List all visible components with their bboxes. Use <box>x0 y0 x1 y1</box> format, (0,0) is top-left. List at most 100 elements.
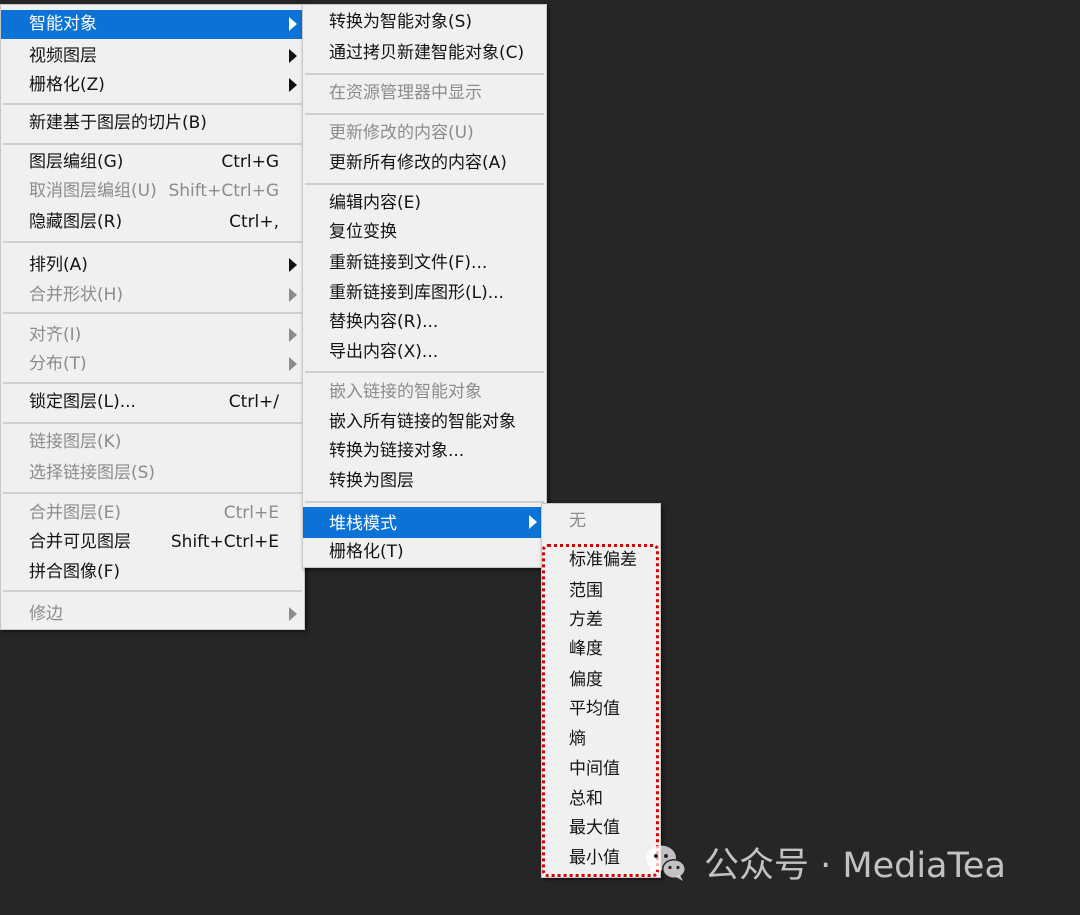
menu-item-replace-contents[interactable]: 替换内容(R)... <box>303 308 546 337</box>
menu-item-shortcut: Ctrl+E <box>223 503 279 523</box>
wechat-icon <box>642 838 690 886</box>
menu-item-combine-shapes[interactable]: 合并形状(H) <box>1 281 304 310</box>
menu-item-label: 替换内容(R)... <box>329 312 439 332</box>
menu-item-export-contents[interactable]: 导出内容(X)... <box>303 338 546 367</box>
menu-separator <box>3 492 302 494</box>
menu-item-label: 编辑内容(E) <box>329 193 422 213</box>
submenu-arrow-icon <box>289 17 297 31</box>
menu-item-link-layers[interactable]: 链接图层(K) <box>1 428 304 457</box>
menu-item-rasterize[interactable]: 栅格化(Z) <box>1 71 304 100</box>
menu-item-label: 修边 <box>29 604 63 624</box>
submenu-arrow-icon <box>289 288 297 302</box>
menu-item-label: 转换为图层 <box>329 471 414 491</box>
menu-item-matting[interactable]: 修边 <box>1 600 304 629</box>
submenu-arrow-icon <box>289 49 297 63</box>
menu-item-stack-mode[interactable]: 堆栈模式 <box>303 507 546 538</box>
menu-item-embed-all-linked[interactable]: 嵌入所有链接的智能对象 <box>303 408 546 437</box>
menu-item-label: 锁定图层(L)... <box>29 392 136 412</box>
menu-item-label: 更新所有修改的内容(A) <box>329 153 507 173</box>
menu-item-hide-layers[interactable]: 隐藏图层(R) Ctrl+, <box>1 208 304 237</box>
menu-item-reset-transform[interactable]: 复位变换 <box>303 218 546 247</box>
menu-item-label: 排列(A) <box>29 255 88 275</box>
menu-item-shortcut: Ctrl+, <box>229 212 279 232</box>
menu-item-label: 嵌入链接的智能对象 <box>329 382 482 402</box>
submenu-arrow-icon <box>289 607 297 621</box>
menu-separator <box>305 183 544 185</box>
menu-separator <box>3 382 302 384</box>
menu-item-label: 新建基于图层的切片(B) <box>29 113 207 133</box>
submenu-arrow-icon <box>289 328 297 342</box>
menu-item-reveal-in-explorer[interactable]: 在资源管理器中显示 <box>303 79 546 108</box>
menu-item-flatten-image[interactable]: 拼合图像(F) <box>1 558 304 587</box>
menu-item-align[interactable]: 对齐(I) <box>1 321 304 350</box>
menu-item-label: 分布(T) <box>29 354 87 374</box>
menu-item-label: 转换为链接对象... <box>329 441 465 461</box>
menu-item-label: 图层编组(G) <box>29 152 124 172</box>
menu-item-label: 合并图层(E) <box>29 503 122 523</box>
menu-item-relink-to-library-graphic[interactable]: 重新链接到库图形(L)... <box>303 279 546 308</box>
menu-item-stack-none[interactable]: 无 <box>542 507 660 536</box>
menu-item-label: 选择链接图层(S) <box>29 463 156 483</box>
menu-separator <box>305 501 544 503</box>
menu-item-new-smart-object-via-copy[interactable]: 通过拷贝新建智能对象(C) <box>303 39 546 68</box>
menu-item-label: 栅格化(Z) <box>29 75 105 95</box>
menu-item-shortcut: Shift+Ctrl+E <box>170 532 279 552</box>
menu-item-convert-to-linked[interactable]: 转换为链接对象... <box>303 437 546 466</box>
submenu-arrow-icon <box>289 357 297 371</box>
menu-separator <box>3 103 302 105</box>
menu-item-video-layers[interactable]: 视频图层 <box>1 42 304 71</box>
menu-separator <box>305 113 544 115</box>
menu-item-edit-contents[interactable]: 编辑内容(E) <box>303 189 546 218</box>
menu-item-label: 隐藏图层(R) <box>29 212 123 232</box>
menu-item-shortcut: Shift+Ctrl+G <box>168 181 279 201</box>
menu-item-shortcut: Ctrl+G <box>221 152 279 172</box>
menu-item-select-linked-layers[interactable]: 选择链接图层(S) <box>1 459 304 488</box>
submenu-arrow-icon <box>529 515 537 529</box>
menu-separator <box>3 422 302 424</box>
smart-object-submenu: 转换为智能对象(S) 通过拷贝新建智能对象(C) 在资源管理器中显示 更新修改的… <box>302 4 547 568</box>
menu-item-merge-visible[interactable]: 合并可见图层 Shift+Ctrl+E <box>1 528 304 557</box>
menu-item-label: 嵌入所有链接的智能对象 <box>329 412 516 432</box>
menu-item-shortcut: Ctrl+/ <box>228 392 279 412</box>
menu-separator <box>3 241 302 243</box>
menu-item-label: 更新修改的内容(U) <box>329 123 474 143</box>
menu-item-label: 对齐(I) <box>29 325 82 345</box>
watermark-text: 公众号 · MediaTea <box>704 845 1006 886</box>
menu-item-lock-layers[interactable]: 锁定图层(L)... Ctrl+/ <box>1 388 304 417</box>
menu-item-label: 无 <box>569 511 586 531</box>
menu-item-label: 导出内容(X)... <box>329 342 439 362</box>
menu-separator <box>3 143 302 145</box>
menu-item-ungroup-layers[interactable]: 取消图层编组(U) Shift+Ctrl+G <box>1 177 304 206</box>
menu-separator <box>3 312 302 314</box>
menu-item-update-modified-content[interactable]: 更新修改的内容(U) <box>303 119 546 148</box>
menu-item-smart-object[interactable]: 智能对象 <box>1 10 304 39</box>
menu-item-label: 复位变换 <box>329 222 397 242</box>
menu-item-relink-to-file[interactable]: 重新链接到文件(F)... <box>303 249 546 278</box>
menu-separator <box>305 371 544 373</box>
menu-item-label: 栅格化(T) <box>329 542 404 562</box>
menu-item-label: 堆栈模式 <box>329 514 397 534</box>
menu-item-update-all-modified-content[interactable]: 更新所有修改的内容(A) <box>303 149 546 178</box>
menu-item-rasterize-smart-object[interactable]: 栅格化(T) <box>303 538 546 567</box>
menu-separator <box>305 73 544 75</box>
menu-separator <box>3 590 302 592</box>
menu-item-merge-layers[interactable]: 合并图层(E) Ctrl+E <box>1 499 304 528</box>
menu-item-label: 拼合图像(F) <box>29 562 121 582</box>
menu-item-distribute[interactable]: 分布(T) <box>1 350 304 379</box>
menu-item-label: 转换为智能对象(S) <box>329 12 473 32</box>
menu-item-new-layer-based-slice[interactable]: 新建基于图层的切片(B) <box>1 109 304 138</box>
menu-item-convert-to-smart-object[interactable]: 转换为智能对象(S) <box>303 8 546 37</box>
menu-item-arrange[interactable]: 排列(A) <box>1 251 304 280</box>
menu-item-label: 视频图层 <box>29 46 97 66</box>
menu-item-label: 链接图层(K) <box>29 432 122 452</box>
submenu-arrow-icon <box>289 78 297 92</box>
menu-item-convert-to-layers[interactable]: 转换为图层 <box>303 467 546 496</box>
menu-item-label: 取消图层编组(U) <box>29 181 157 201</box>
layer-menu: 智能对象 视频图层 栅格化(Z) 新建基于图层的切片(B) 图层编组(G) Ct… <box>0 4 305 630</box>
menu-item-label: 智能对象 <box>29 14 97 34</box>
menu-item-group-layers[interactable]: 图层编组(G) Ctrl+G <box>1 148 304 177</box>
menu-item-embed-linked[interactable]: 嵌入链接的智能对象 <box>303 378 546 407</box>
menu-item-label: 合并形状(H) <box>29 285 124 305</box>
menu-item-label: 重新链接到文件(F)... <box>329 253 488 273</box>
menu-item-label: 在资源管理器中显示 <box>329 83 482 103</box>
